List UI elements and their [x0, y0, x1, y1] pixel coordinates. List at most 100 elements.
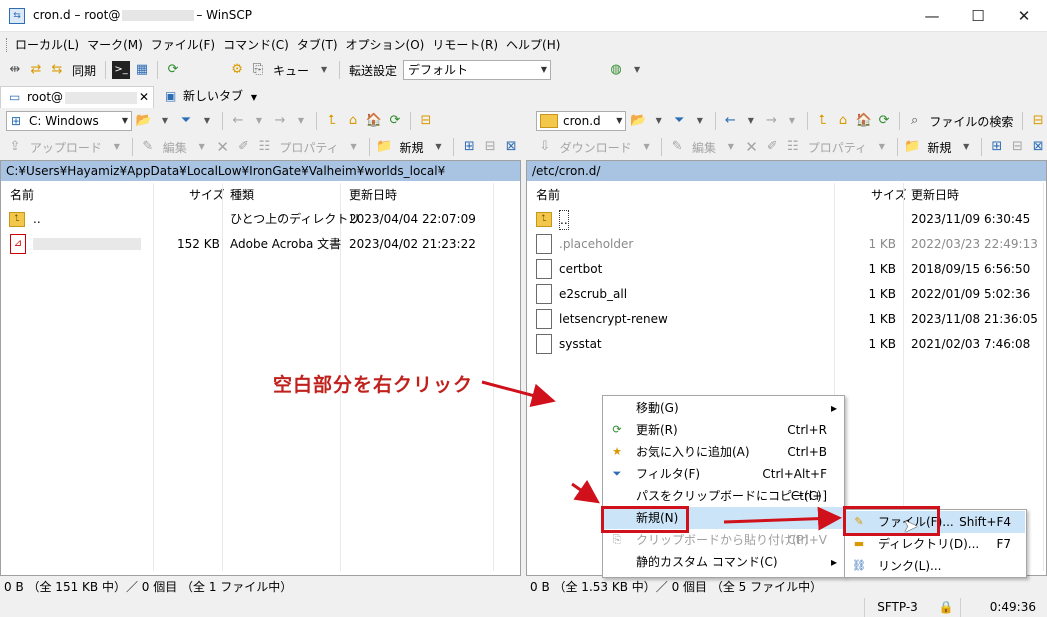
web-sync-dropdown-icon[interactable]: ▼: [628, 61, 646, 79]
table-row[interactable]: sysstat 1 KB 2021/02/03 7:46:08: [527, 332, 1046, 357]
menu-mark[interactable]: マーク(M): [83, 34, 147, 56]
remote-filter-dropdown-icon[interactable]: ▼: [691, 112, 709, 130]
table-row[interactable]: ⮤ .. ひとつ上のディレクトリ 2023/04/04 22:07:09: [1, 207, 520, 232]
forward-dropdown-icon[interactable]: ▼: [292, 112, 310, 130]
table-row[interactable]: e2scrub_all 1 KB 2022/01/09 5:02:36: [527, 282, 1046, 307]
remote-select-filter-icon[interactable]: ⊠: [1029, 138, 1047, 156]
sync-button[interactable]: 同期: [72, 62, 96, 79]
putty-icon[interactable]: ▦: [133, 61, 151, 79]
open-dir-icon[interactable]: 📂: [135, 112, 153, 130]
remote-home-icon[interactable]: 🏠: [855, 112, 873, 130]
remote-header-modified[interactable]: 更新日時: [911, 183, 959, 207]
context-menu-item[interactable]: 移動(G) ▸: [604, 397, 843, 419]
root-dir-icon[interactable]: ⌂: [344, 112, 362, 130]
open-dir-dropdown-icon[interactable]: ▼: [156, 112, 174, 130]
remote-back-dropdown-icon[interactable]: ▼: [742, 112, 760, 130]
remote-properties-dropdown-icon[interactable]: ▼: [873, 138, 891, 156]
web-sync-icon[interactable]: ◍: [607, 61, 625, 79]
remote-select-all-icon[interactable]: ⊞: [988, 138, 1006, 156]
local-refresh-icon[interactable]: ⟳: [386, 112, 404, 130]
refresh-icon[interactable]: ⟳: [164, 61, 182, 79]
remote-unselect-icon[interactable]: ⊟: [1009, 138, 1027, 156]
new-tab-dropdown-icon[interactable]: ▼: [251, 93, 257, 102]
context-menu-item[interactable]: 静的カスタム コマンド(C) ▸: [604, 551, 843, 573]
unselect-icon[interactable]: ⊟: [481, 138, 499, 156]
queue-icon[interactable]: ⎘: [249, 61, 267, 79]
context-menu-item[interactable]: ⟳ 更新(R) Ctrl+R: [604, 419, 843, 441]
remote-rename-icon[interactable]: ✐: [763, 138, 781, 156]
local-path-bar[interactable]: C:¥Users¥Hayamiz¥AppData¥LocalLow¥IronGa…: [1, 161, 520, 181]
table-row[interactable]: certbot 1 KB 2018/09/15 6:56:50: [527, 257, 1046, 282]
maximize-button[interactable]: ☐: [955, 0, 1001, 32]
remote-header-size[interactable]: サイズ: [871, 183, 907, 207]
context-menu-item[interactable]: パスをクリップボードにコピー(C) Ctrl+]: [604, 485, 843, 507]
remote-edit-dropdown-icon[interactable]: ▼: [722, 138, 740, 156]
filter-dropdown-icon[interactable]: ▼: [198, 112, 216, 130]
forward-icon[interactable]: →: [271, 112, 289, 130]
find-files-button[interactable]: ファイルの検索: [929, 113, 1013, 130]
upload-button[interactable]: アップロード: [30, 139, 102, 156]
remote-dir-select[interactable]: cron.d ▼: [536, 111, 627, 131]
tab-close-icon[interactable]: ✕: [139, 87, 149, 107]
tab-session[interactable]: ▭ root@ ✕: [0, 86, 154, 108]
new-folder-icon[interactable]: 📁: [376, 138, 394, 156]
queue-button[interactable]: キュー: [273, 62, 309, 79]
filter-icon[interactable]: ⏷: [177, 112, 195, 130]
remote-edit-button[interactable]: 編集: [692, 139, 716, 156]
menu-command[interactable]: コマンド(C): [219, 34, 293, 56]
home-icon[interactable]: 🏠: [365, 112, 383, 130]
menu-options[interactable]: オプション(O): [342, 34, 429, 56]
remote-properties-icon[interactable]: ☷: [784, 138, 802, 156]
remote-header-name[interactable]: 名前: [536, 183, 560, 207]
tab-new[interactable]: ▣ 新しいタブ ▼: [157, 86, 257, 108]
remote-forward-icon[interactable]: →: [763, 112, 781, 130]
back-icon[interactable]: ←: [229, 112, 247, 130]
properties-button[interactable]: プロパティ: [279, 139, 338, 156]
menu-remote[interactable]: リモート(R): [428, 34, 502, 56]
menu-local[interactable]: ローカル(L): [11, 34, 83, 56]
remote-properties-button[interactable]: プロパティ: [808, 139, 867, 156]
submenu-item[interactable]: ⛓ リンク(L)...: [846, 555, 1025, 577]
queue-dropdown-icon[interactable]: ▼: [315, 61, 333, 79]
menu-file[interactable]: ファイル(F): [147, 34, 219, 56]
properties-icon[interactable]: ☷: [255, 138, 273, 156]
download-icon[interactable]: ⇩: [536, 138, 554, 156]
compare-icon[interactable]: ⇹: [6, 61, 24, 79]
table-row[interactable]: ⊿ 152 KB Adobe Acroba 文書 2023/04/02 21:2…: [1, 232, 520, 257]
remote-delete-icon[interactable]: ✕: [743, 138, 761, 156]
context-menu-item[interactable]: ★ お気に入りに追加(A) Ctrl+B: [604, 441, 843, 463]
synchronize-browse-icon[interactable]: ⇄: [27, 61, 45, 79]
context-menu-item[interactable]: ⏷ フィルタ(F) Ctrl+Alt+F: [604, 463, 843, 485]
remote-parent-dir-icon[interactable]: ⮤: [814, 112, 832, 130]
properties-dropdown-icon[interactable]: ▼: [345, 138, 363, 156]
remote-forward-dropdown-icon[interactable]: ▼: [783, 112, 801, 130]
new-dropdown-icon[interactable]: ▼: [429, 138, 447, 156]
rename-icon[interactable]: ✐: [235, 138, 253, 156]
upload-icon[interactable]: ⇪: [6, 138, 24, 156]
local-drive-select[interactable]: ⊞ C: Windows ▼: [6, 111, 132, 131]
terminal-icon[interactable]: >_: [112, 61, 131, 79]
local-header-size[interactable]: サイズ: [189, 183, 225, 207]
select-filter-icon[interactable]: ⊠: [502, 138, 520, 156]
minimize-button[interactable]: —: [909, 0, 955, 32]
edit-icon[interactable]: ✎: [139, 138, 157, 156]
download-button[interactable]: ダウンロード: [560, 139, 632, 156]
tree-view-icon[interactable]: ⊟: [417, 112, 435, 130]
find-files-icon[interactable]: ⌕: [906, 112, 924, 130]
submenu-item[interactable]: ▬ ディレクトリ(D)... F7: [846, 533, 1025, 555]
local-file-pane[interactable]: C:¥Users¥Hayamiz¥AppData¥LocalLow¥IronGa…: [0, 160, 521, 576]
local-header-type[interactable]: 種類: [230, 183, 254, 207]
table-row[interactable]: letsencrypt-renew 1 KB 2023/11/08 21:36:05: [527, 307, 1046, 332]
menu-help[interactable]: ヘルプ(H): [502, 34, 564, 56]
edit-dropdown-icon[interactable]: ▼: [193, 138, 211, 156]
download-dropdown-icon[interactable]: ▼: [638, 138, 656, 156]
parent-dir-icon[interactable]: ⮤: [323, 112, 341, 130]
remote-filter-icon[interactable]: ⏷: [670, 112, 688, 130]
remote-back-icon[interactable]: ←: [722, 112, 740, 130]
new-button[interactable]: 新規: [399, 139, 423, 156]
table-row[interactable]: .placeholder 1 KB 2022/03/23 22:49:13: [527, 232, 1046, 257]
remote-tree-view-icon[interactable]: ⊟: [1029, 112, 1047, 130]
table-row[interactable]: ⮤.. 2023/11/09 6:30:45: [527, 207, 1046, 232]
remote-edit-icon[interactable]: ✎: [668, 138, 686, 156]
remote-open-dir-icon[interactable]: 📂: [629, 112, 647, 130]
